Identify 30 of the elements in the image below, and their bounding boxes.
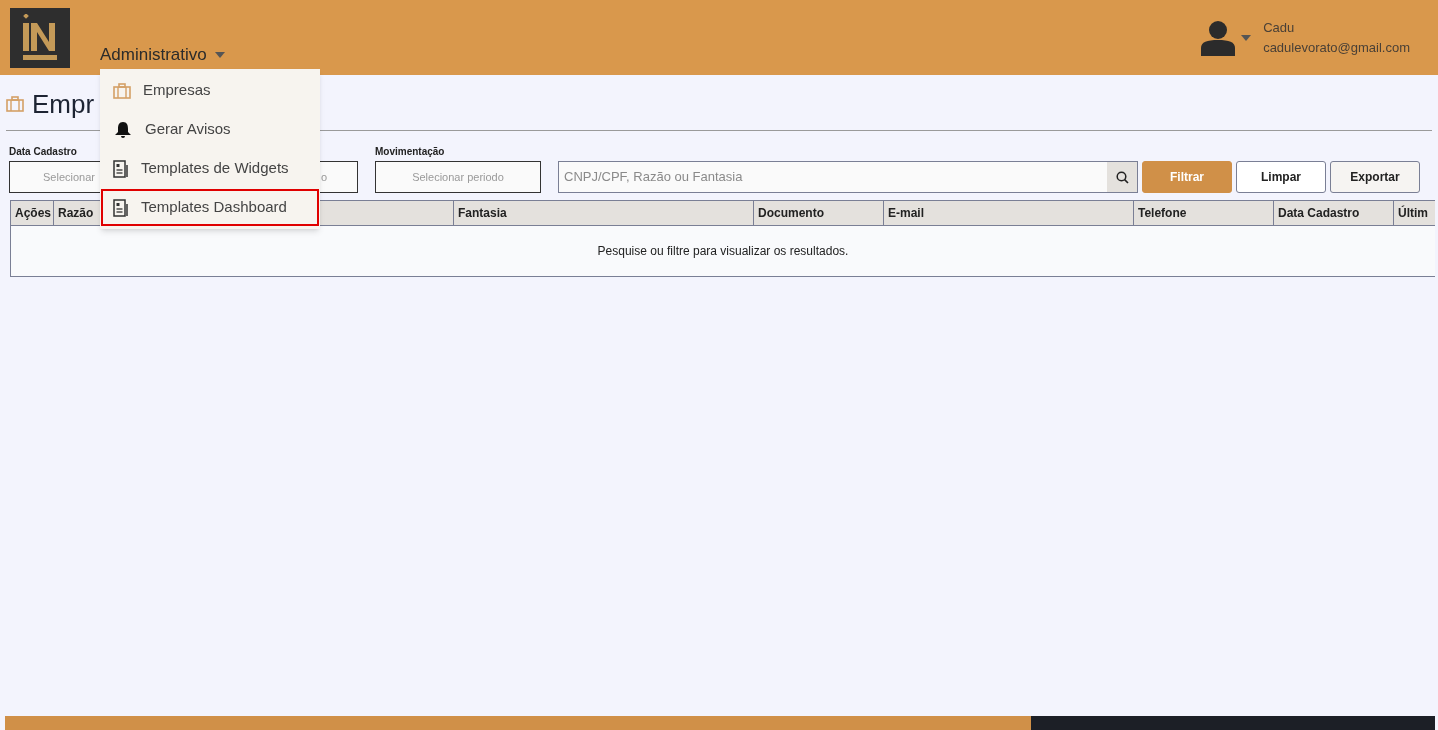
document-icon bbox=[113, 198, 129, 217]
menu-item[interactable]: Empresas bbox=[101, 72, 319, 109]
logo-icon bbox=[22, 14, 58, 62]
column-header: Ações bbox=[11, 201, 54, 225]
column-header: Últim bbox=[1394, 201, 1435, 225]
column-header: Telefone bbox=[1134, 201, 1274, 225]
empty-message: Pesquise ou filtre para visualizar os resultados. bbox=[597, 243, 849, 260]
filter-label: Data Cadastro bbox=[9, 145, 78, 159]
action-button[interactable]: Limpar bbox=[1236, 161, 1326, 193]
caret-icon bbox=[1241, 35, 1252, 41]
bell-icon bbox=[113, 120, 133, 139]
action-button[interactable]: Exportar bbox=[1330, 161, 1420, 193]
user-avatar-icon bbox=[1199, 20, 1238, 56]
briefcase-icon bbox=[113, 82, 131, 99]
nav-menu-button[interactable]: Administrativo bbox=[100, 44, 225, 66]
filter-label: Movimentação bbox=[375, 145, 446, 159]
briefcase-icon bbox=[6, 96, 24, 112]
page-title: Empr bbox=[32, 87, 95, 121]
menu-item[interactable]: Gerar Avisos bbox=[101, 111, 319, 148]
menu-item[interactable]: Templates Dashboard bbox=[101, 189, 319, 226]
date-range-field[interactable]: Selecionar periodo bbox=[375, 161, 541, 193]
column-header: Fantasia bbox=[454, 201, 754, 225]
column-header: Data Cadastro bbox=[1274, 201, 1394, 225]
column-header: Documento bbox=[754, 201, 884, 225]
menu-item[interactable]: Templates de Widgets bbox=[101, 150, 319, 187]
user-name: Cadu bbox=[1263, 19, 1296, 37]
caret-icon bbox=[214, 52, 225, 58]
document-icon bbox=[113, 159, 129, 178]
user-email: cadulevorato@gmail.com bbox=[1263, 39, 1410, 57]
column-header: E-mail bbox=[884, 201, 1134, 225]
